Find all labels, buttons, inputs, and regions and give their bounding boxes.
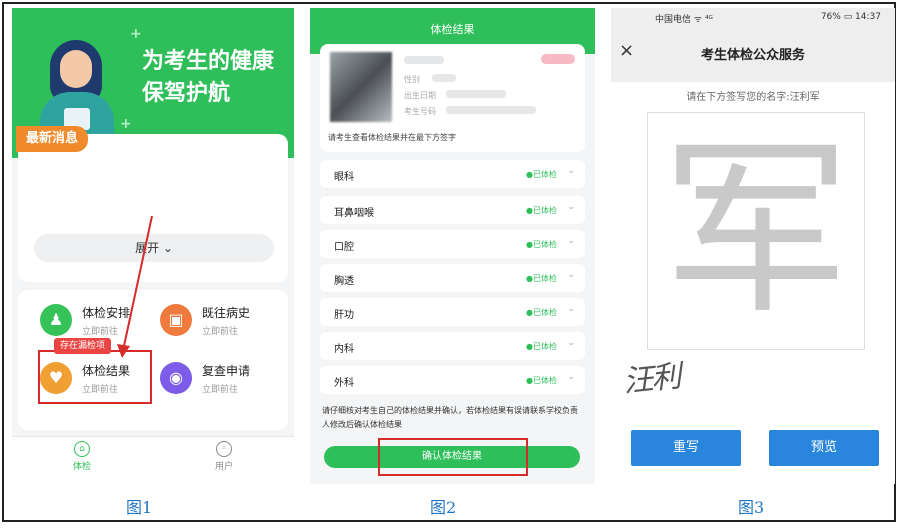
handwritten-signature: 汪利 (621, 359, 682, 400)
chevron-down-icon: ⌄ (567, 338, 575, 348)
figure1-screen: + + 为考生的健康 保驾护航 最新消息 展开 ⌄ ♟ 体检安排 立即前往 ▣ … (12, 8, 294, 484)
tab-user[interactable]: ◦ 用户 (194, 441, 254, 472)
chevron-down-icon: ⌄ (567, 304, 575, 314)
dept-name: 口腔 (334, 242, 354, 253)
profile-label: 出生日期 (404, 91, 436, 100)
dept-name: 外科 (334, 378, 354, 389)
dept-row-liver[interactable]: 肝功 ●已体检 ⌄ (320, 298, 585, 326)
chevron-down-icon: ⌄ (567, 202, 575, 212)
redacted-value (446, 106, 536, 114)
dept-status: ●已体检 (526, 240, 557, 249)
dept-row-surgery[interactable]: 外科 ●已体检 ⌄ (320, 366, 585, 394)
candidate-photo (330, 52, 392, 122)
dept-row-eye[interactable]: 眼科 ●已体检 ⌄ (320, 160, 585, 188)
dept-name: 内科 (334, 344, 354, 355)
chevron-down-icon: ⌄ (567, 166, 575, 176)
dept-status: ●已体检 (526, 308, 557, 317)
dept-row-ent[interactable]: 耳鼻咽喉 ●已体检 ⌄ (320, 196, 585, 224)
tab-label: 体检 (72, 462, 91, 472)
dept-status: ●已体检 (526, 206, 557, 215)
bottom-tab-bar: ⌂ 体检 ◦ 用户 (12, 436, 294, 484)
redacted-value (446, 90, 506, 98)
dept-row-oral[interactable]: 口腔 ●已体检 ⌄ (320, 230, 585, 258)
figure3-screen: 中国电信 ᯤ ⁴ᴳ 76% ▭ 14:37 × 考生体检公众服务 请在下方签写您… (611, 8, 895, 484)
confirm-note: 请仔细核对考生自己的体检结果并确认，若体检结果有误请联系学校负责人修改后确认体检… (322, 406, 578, 429)
tab-label: 用户 (214, 462, 233, 472)
guide-character: 军 (662, 121, 850, 340)
profile-card: 性别 出生日期 考生号码 请考生查看体检结果并在最下方签字 (320, 44, 585, 152)
rewrite-button[interactable]: 重写 (631, 430, 741, 466)
highlight-box (378, 438, 528, 476)
dept-name: 胸透 (334, 276, 354, 287)
dept-row-xray[interactable]: 胸透 ●已体检 ⌄ (320, 264, 585, 292)
nav-title: 考生体检公众服务 (700, 48, 805, 63)
figure2-screen: 体检结果 性别 出生日期 考生号码 请考生查看体检结果并在最下方签字 眼科 ●已… (310, 8, 595, 484)
dept-name: 肝功 (334, 310, 354, 321)
redacted-value (432, 74, 456, 82)
chevron-down-icon: ⌄ (567, 236, 575, 246)
status-pill (541, 54, 575, 64)
nav-bar: × 考生体检公众服务 (611, 28, 895, 82)
caption-figure2: 图2 (430, 498, 457, 517)
tab-exam[interactable]: ⌂ 体检 (52, 441, 112, 472)
status-bar: 中国电信 ᯤ ⁴ᴳ 76% ▭ 14:37 (611, 8, 895, 28)
dept-name: 眼科 (334, 172, 354, 183)
preview-button[interactable]: 预览 (769, 430, 879, 466)
dept-status: ●已体检 (526, 342, 557, 351)
chevron-down-icon: ⌄ (567, 372, 575, 382)
caption-figure1: 图1 (126, 498, 153, 517)
profile-label: 考生号码 (404, 107, 436, 116)
profile-note: 请考生查看体检结果并在最下方签字 (328, 133, 456, 142)
dept-status: ●已体检 (526, 376, 557, 385)
dept-row-internal[interactable]: 内科 ●已体检 ⌄ (320, 332, 585, 360)
dept-name: 耳鼻咽喉 (334, 208, 374, 219)
pointer-arrow (117, 215, 153, 358)
chevron-down-icon: ⌄ (567, 270, 575, 280)
dept-status: ●已体检 (526, 274, 557, 283)
dept-status: ●已体检 (526, 170, 557, 179)
home-icon: ⌂ (74, 441, 90, 457)
user-icon: ◦ (216, 441, 232, 457)
battery-time: 76% ▭ 14:37 (820, 12, 881, 22)
carrier-label: 中国电信 ᯤ ⁴ᴳ (655, 15, 713, 25)
profile-label: 性别 (404, 75, 420, 84)
caption-figure3: 图3 (738, 498, 765, 517)
signature-pad[interactable]: 军 (647, 112, 865, 350)
signature-hint: 请在下方签写您的名字:汪利军 (686, 92, 820, 103)
redacted-name (404, 56, 444, 64)
